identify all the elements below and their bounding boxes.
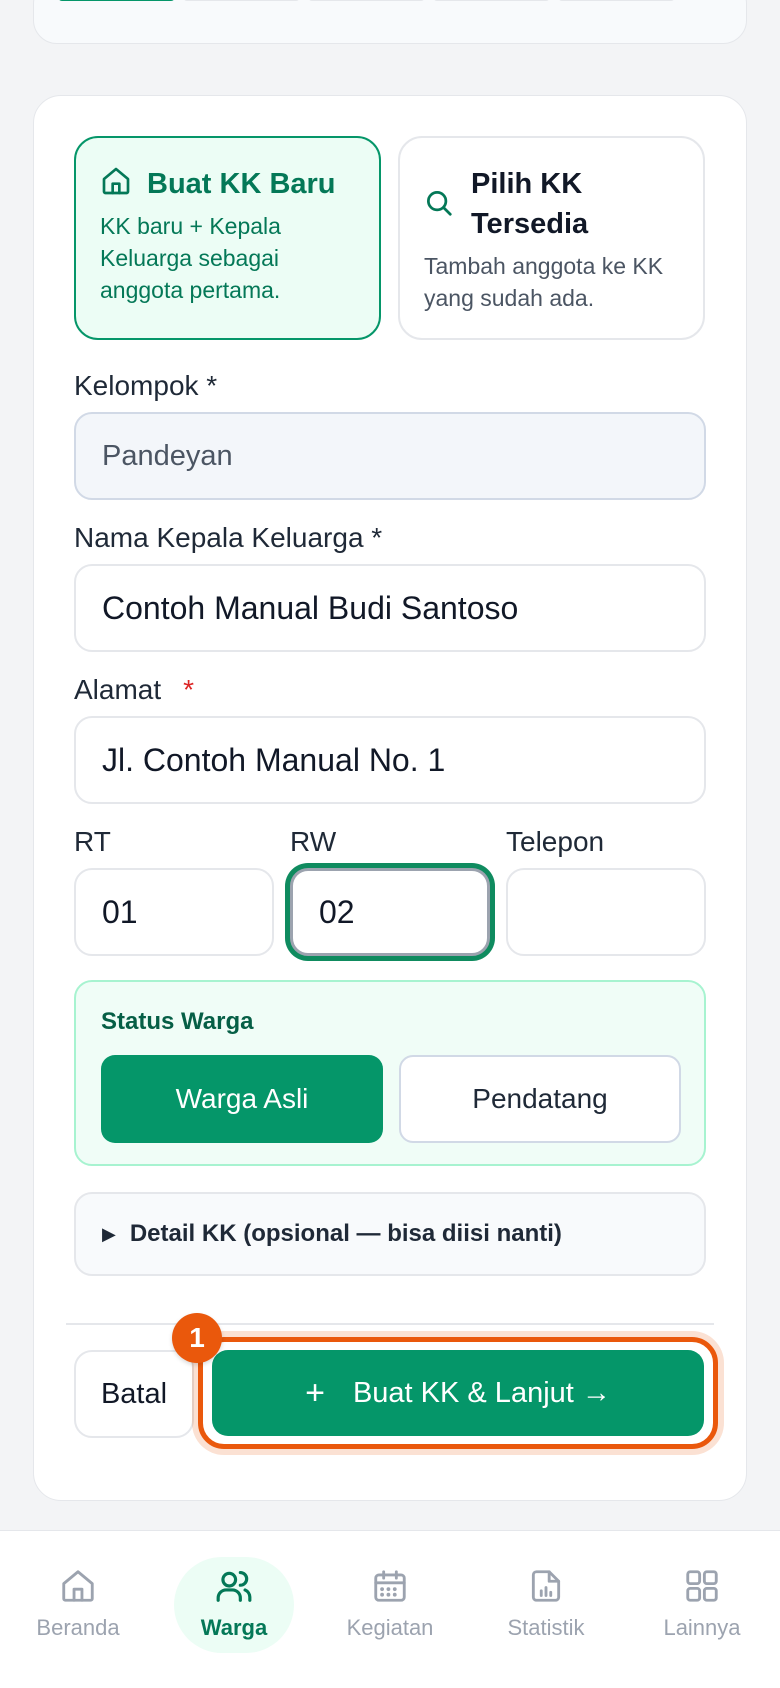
rt-label: RT: [74, 826, 111, 857]
nav-item-beranda[interactable]: Beranda: [18, 1557, 138, 1653]
telepon-label: Telepon: [506, 826, 605, 857]
step-badge: 1: [172, 1313, 222, 1363]
users-icon: [215, 1567, 253, 1610]
alamat-label: Alamat *: [74, 674, 194, 706]
nav-label-beranda: Beranda: [36, 1615, 120, 1640]
status-warga-group: Status Warga Warga Asli Pendatang: [74, 980, 706, 1166]
progress-card: [33, 0, 747, 44]
kelompok-label: Kelompok *: [74, 370, 218, 401]
kelompok-field[interactable]: Pandeyan: [74, 412, 706, 500]
plus-icon: +: [305, 1373, 325, 1412]
progress-step-4: [433, 0, 550, 1]
create-kk-continue-button[interactable]: + Buat KK & Lanjut →: [212, 1350, 704, 1436]
bottom-nav: Beranda Warga Kegiatan Statistik Lainnya: [0, 1530, 780, 1688]
grid-icon: [683, 1567, 721, 1610]
nav-item-statistik[interactable]: Statistik: [486, 1557, 606, 1653]
nav-item-kegiatan[interactable]: Kegiatan: [330, 1557, 450, 1653]
nama-kepala-keluarga-input[interactable]: Contoh Manual Budi Santoso: [74, 564, 706, 652]
nav-item-warga[interactable]: Warga: [174, 1557, 294, 1653]
home-icon: [59, 1567, 97, 1610]
rt-input[interactable]: 01: [74, 868, 274, 956]
search-icon: [424, 188, 454, 223]
mode-new-kk[interactable]: Buat KK Baru KK baru + Kepala Keluarga s…: [74, 136, 381, 340]
calendar-icon: [371, 1567, 409, 1610]
telepon-input[interactable]: [506, 868, 706, 956]
progress-step-3: [308, 0, 425, 1]
mode-existing-kk[interactable]: Pilih KK Tersedia Tambah anggota ke KK y…: [398, 136, 705, 340]
status-option-pendatang[interactable]: Pendatang: [399, 1055, 681, 1143]
detail-kk-label: Detail KK (opsional — bisa diisi nanti): [129, 1220, 562, 1247]
alamat-label-text: Alamat: [74, 674, 162, 705]
mode-existing-kk-title: Pilih KK Tersedia: [471, 168, 589, 240]
rw-input[interactable]: 02: [290, 868, 490, 956]
progress-step-2: [183, 0, 300, 1]
create-kk-continue-label: Buat KK & Lanjut →: [352, 1376, 611, 1409]
nav-label-warga: Warga: [200, 1615, 268, 1640]
progress-step-1: [58, 0, 175, 1]
nav-label-lainnya: Lainnya: [663, 1615, 741, 1640]
home-icon: [100, 165, 132, 202]
nama-label: Nama Kepala Keluarga *: [74, 522, 383, 553]
rw-label: RW: [290, 826, 337, 857]
nav-label-statistik: Statistik: [507, 1615, 585, 1640]
detail-kk-toggle[interactable]: ▶ Detail KK (opsional — bisa diisi nanti…: [74, 1192, 706, 1276]
divider: [66, 1323, 714, 1325]
mode-new-kk-title: Buat KK Baru: [147, 168, 336, 200]
nav-label-kegiatan: Kegiatan: [346, 1615, 434, 1640]
status-option-warga-asli[interactable]: Warga Asli: [101, 1055, 383, 1143]
nav-item-lainnya[interactable]: Lainnya: [642, 1557, 762, 1653]
cancel-button[interactable]: Batal: [74, 1350, 194, 1438]
status-warga-title: Status Warga: [101, 1008, 254, 1035]
required-mark: *: [183, 674, 195, 705]
progress-step-5: [558, 0, 675, 1]
alamat-input[interactable]: Jl. Contoh Manual No. 1: [74, 716, 706, 804]
triangle-right-icon: ▶: [102, 1223, 116, 1244]
mode-existing-kk-desc: Tambah anggota ke KK yang sudah ada.: [424, 253, 664, 311]
report-icon: [527, 1567, 565, 1610]
mode-new-kk-desc: KK baru + Kepala Keluarga sebagai anggot…: [100, 213, 281, 303]
